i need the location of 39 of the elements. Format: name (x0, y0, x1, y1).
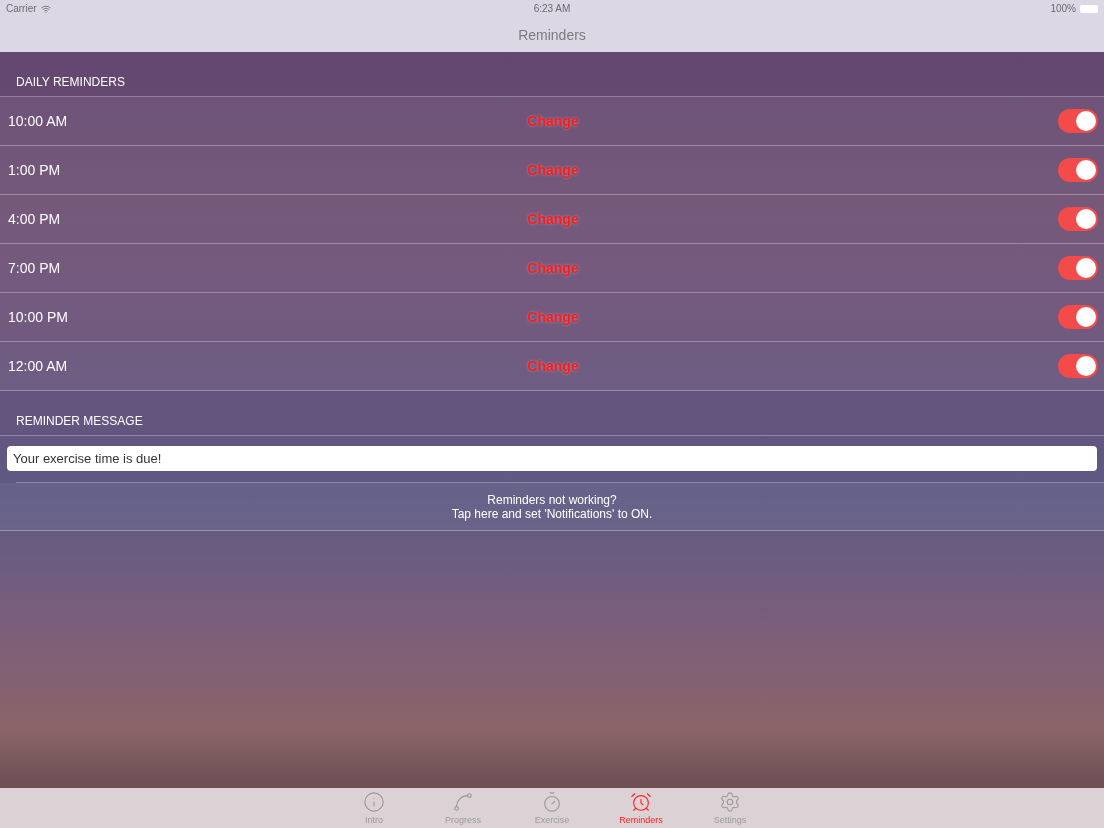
toggle-switch[interactable] (1058, 207, 1098, 231)
tab-bar-item[interactable]: Progress (433, 788, 493, 828)
help-text[interactable]: Reminders not working? (487, 492, 617, 507)
tab-bar-item[interactable]: Intro (344, 788, 404, 828)
change-link[interactable]: Change (527, 211, 579, 227)
reminder-time: 4:00 PM (8, 211, 62, 227)
line-chart-icon (452, 791, 474, 813)
tab-bar-item[interactable]: Reminders (611, 788, 671, 828)
clock: 6:23 AM (533, 3, 571, 14)
tab-bar-item[interactable]: Settings (700, 788, 760, 828)
battery-percent: 100% (1050, 3, 1076, 14)
alarm-clock-icon (630, 791, 652, 813)
reminder-time: 12:00 AM (8, 358, 69, 374)
nav-title: Reminders (518, 26, 586, 43)
section-header: DAILY REMINDERS (16, 75, 125, 89)
reminder-time: 10:00 PM (8, 309, 69, 325)
tab-bar-item[interactable]: Exercise (522, 788, 582, 828)
settings-icon (719, 791, 741, 813)
change-link[interactable]: Change (527, 113, 579, 129)
toggle-switch[interactable] (1058, 109, 1098, 133)
reminder-time: 7:00 PM (8, 260, 62, 276)
change-link[interactable]: Change (527, 162, 579, 178)
change-link[interactable]: Change (527, 309, 579, 325)
battery-icon (1080, 4, 1098, 13)
reminder-time: 10:00 AM (8, 113, 69, 129)
change-link[interactable]: Change (527, 260, 579, 276)
toggle-switch[interactable] (1058, 256, 1098, 280)
toggle-switch[interactable] (1058, 305, 1098, 329)
toggle-switch[interactable] (1058, 354, 1098, 378)
timer-icon (541, 791, 563, 813)
info-icon (363, 791, 385, 813)
wifi-icon (40, 3, 51, 14)
carrier-label: Carrier (6, 3, 37, 14)
change-link[interactable]: Change (527, 358, 579, 374)
message-field[interactable]: Your exercise time is due! (7, 446, 1097, 471)
reminder-time: 1:00 PM (8, 162, 62, 178)
toggle-switch[interactable] (1058, 158, 1098, 182)
help-text[interactable]: Tap here and set 'Notifications' to ON. (451, 506, 653, 521)
section-header: REMINDER MESSAGE (16, 414, 143, 428)
